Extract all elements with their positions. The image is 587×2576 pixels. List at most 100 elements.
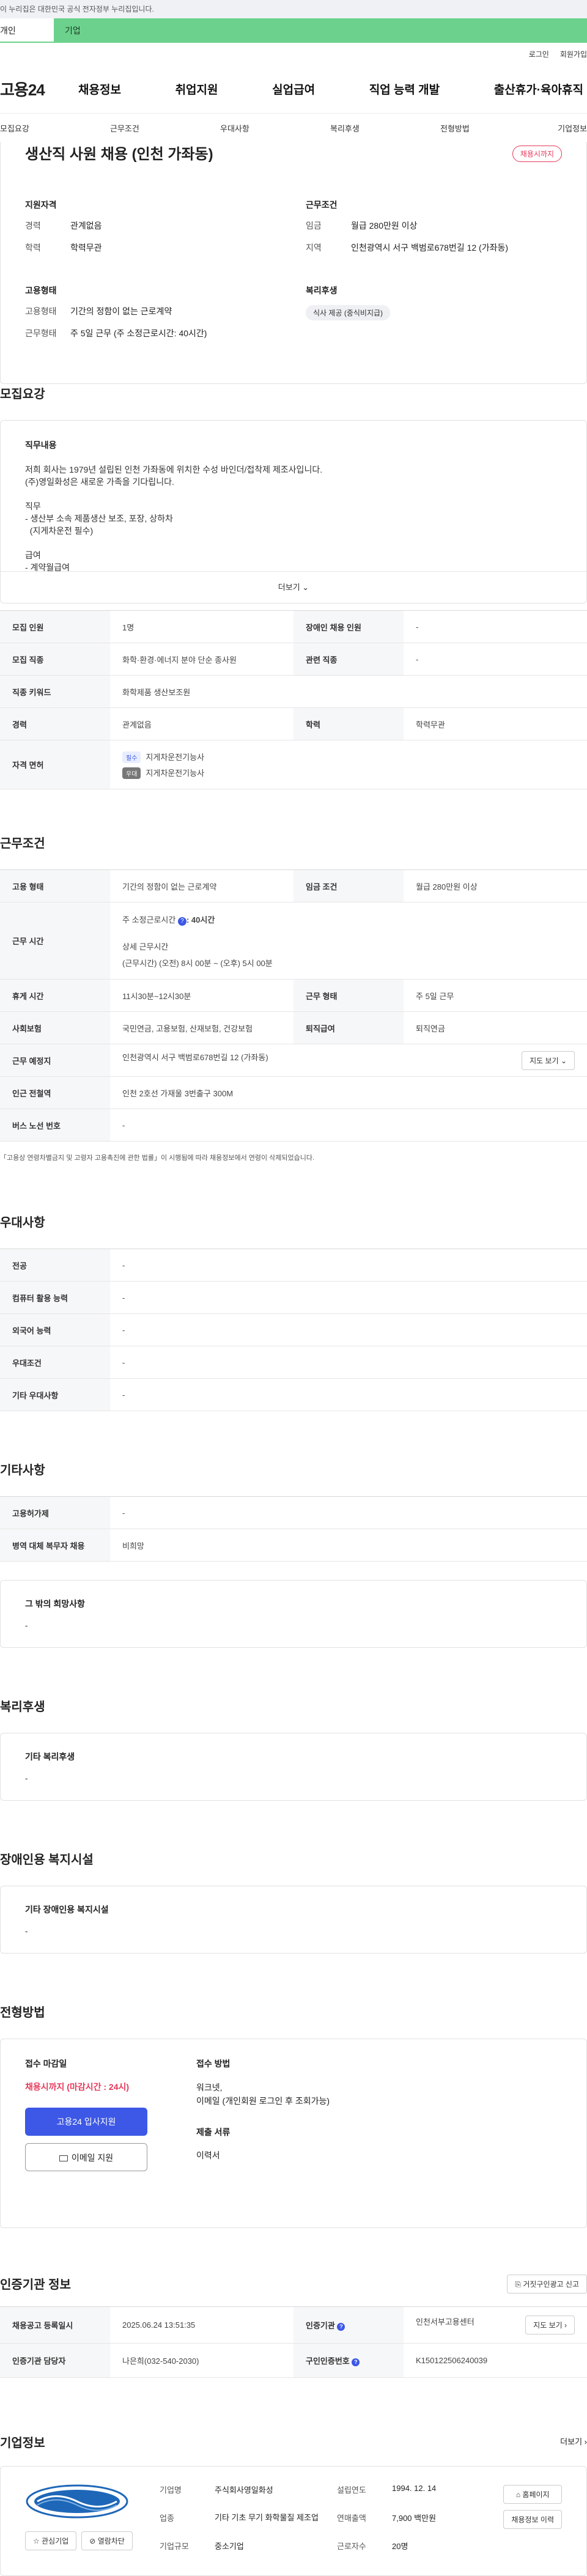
table-row: 경력 관계없음 학력 학력무관 xyxy=(0,707,587,740)
row-value: - xyxy=(110,1281,587,1314)
agency-map-button[interactable]: 지도 보기 › xyxy=(525,2316,575,2334)
row-header: 우대조건 xyxy=(0,1346,110,1379)
welfare-card: 기타 복리후생 - xyxy=(0,1733,587,1801)
anchor-recruit[interactable]: 모집요강 xyxy=(0,122,110,134)
row-header: 근무 시간 xyxy=(0,902,110,980)
anchor-welfare[interactable]: 복리후생 xyxy=(330,122,440,134)
homepage-label: 홈페이지 xyxy=(522,2490,550,2499)
table-row: 모집 직종 화학·환경·에너지 분야 단순 종사원 관련 직종 - xyxy=(0,643,587,676)
report-fake-ad-button[interactable]: ⎘ 거짓구인광고 신고 xyxy=(507,2275,587,2294)
job-line: 급여 xyxy=(25,550,41,560)
row-header: 퇴직급여 xyxy=(294,1011,404,1044)
row-value: 화학·환경·에너지 분야 단순 종사원 xyxy=(110,643,294,676)
gnb-item-jobs[interactable]: 채용정보 xyxy=(78,81,121,97)
mail-icon xyxy=(59,2155,68,2161)
company-card: ☆ 관심기업 ⊘ 열람차단 기업명 주식회사영일화성 설립연도 1994. 12… xyxy=(0,2466,587,2576)
row-header: 근무 형태 xyxy=(294,979,404,1012)
homepage-button[interactable]: ⌂ 홈페이지 xyxy=(503,2485,562,2504)
conditions-table: 고용 형태 기간의 정함이 없는 근로계약 임금 조건 월급 280만원 이상 … xyxy=(0,869,587,1142)
row-value: - xyxy=(110,1109,587,1142)
section-anchor-nav: 모집요강 근무조건 우대사항 복리후생 전형방법 기업정보 xyxy=(0,114,587,143)
table-row: 고용 형태 기간의 정함이 없는 근로계약 임금 조건 월급 280만원 이상 xyxy=(0,869,587,902)
row-header-text: 인증기관 xyxy=(306,2321,335,2330)
row-value: 학력무관 xyxy=(404,707,587,740)
table-row: 기타 우대사항 - xyxy=(0,1378,587,1411)
company-heading: 기업정보 xyxy=(0,2437,45,2450)
row-header: 컴퓨터 활용 능력 xyxy=(0,1281,110,1314)
signup-link[interactable]: 회원가입 xyxy=(560,49,587,59)
company-field-label: 업종 xyxy=(160,2513,174,2523)
company-more-label: 더보기 xyxy=(560,2437,583,2446)
table-row: 근무 시간 주 소정근로시간 ?: 40시간 상세 근무시간 (근무시간) (오… xyxy=(0,902,587,980)
email-apply-label: 이메일 지원 xyxy=(71,2153,114,2163)
block-view-button[interactable]: ⊘ 열람차단 xyxy=(81,2531,133,2550)
kv-label: 고용형태 xyxy=(25,306,57,316)
kv-value: 기간의 정함이 없는 근로계약 xyxy=(70,306,172,316)
agency-map-label: 지도 보기 xyxy=(533,2321,563,2330)
tab-company[interactable]: 기업 xyxy=(54,18,587,43)
qualification-block: 지원자격 경력 관계없음 학력 학력무관 xyxy=(25,199,281,264)
kv-label: 경력 xyxy=(25,221,41,231)
table-row: 컴퓨터 활용 능력 - xyxy=(0,1281,587,1314)
table-row: 모집 인원 1명 장애인 채용 인원 - xyxy=(0,610,587,643)
company-info-grid: 기업명 주식회사영일화성 설립연도 1994. 12. 14 업종 기타 기초 … xyxy=(160,2484,490,2558)
employment-type-heading: 고용형태 xyxy=(25,286,57,295)
anchor-preference[interactable]: 우대사항 xyxy=(220,122,330,134)
company-more-link[interactable]: 더보기 › xyxy=(560,2435,587,2447)
kv-value: 학력무관 xyxy=(70,243,102,253)
preferred-tag: 우대 xyxy=(122,767,141,779)
email-apply-button[interactable]: 이메일 지원 xyxy=(25,2143,147,2171)
info-icon[interactable]: ? xyxy=(352,2358,360,2366)
gnb-item-training[interactable]: 직업 능력 개발 xyxy=(369,81,440,97)
preference-heading: 우대사항 xyxy=(0,1216,45,1230)
anchor-company[interactable]: 기업정보 xyxy=(550,122,587,134)
table-row: 외국어 능력 - xyxy=(0,1313,587,1346)
interest-company-button[interactable]: ☆ 관심기업 xyxy=(25,2531,77,2550)
job-line: 직무 xyxy=(25,501,41,511)
login-link[interactable]: 로그인 xyxy=(529,49,549,59)
row-header: 근무 예정지 xyxy=(0,1044,110,1077)
work-condition-block: 근무조건 임금 월급 280만원 이상 지역 인천광역시 서구 백범로678번길 1… xyxy=(306,199,562,264)
kv-label: 지역 xyxy=(306,243,322,253)
welfare-label: 기타 복리후생 xyxy=(25,1752,75,1762)
weekly-hours-label: 주 소정근로시간 xyxy=(122,915,176,924)
work-place-cell: 인천광역시 서구 백범로678번길 12 (가좌동) 지도 보기 ⌄ xyxy=(110,1044,587,1077)
row-header: 병역 대체 복무자 채용 xyxy=(0,1529,110,1562)
company-field-label: 연매출액 xyxy=(337,2513,366,2523)
apply-button[interactable]: 고용24 입사지원 xyxy=(25,2108,147,2136)
status-badge: 채용시까지 xyxy=(512,146,562,162)
more-button[interactable]: 더보기 ⌄ xyxy=(1,571,586,603)
age-law-note: 「고용상 연령차별금지 및 고령자 고용촉진에 관한 법률」이 시행됨에 따라 … xyxy=(0,1154,315,1162)
company-logo xyxy=(25,2484,129,2519)
company-field-value: 20명 xyxy=(392,2542,408,2552)
row-header: 장애인 채용 인원 xyxy=(294,610,404,643)
row-header: 관련 직종 xyxy=(294,643,404,676)
info-icon[interactable]: ? xyxy=(337,2323,345,2331)
site-logo[interactable]: 고용24 xyxy=(0,78,78,100)
job-summary-card: 생산직 사원 채용 (인천 가좌동) 채용시까지 지원자격 경력 관계없음 학력 학… xyxy=(0,142,587,384)
row-header: 자격 면허 xyxy=(0,740,110,789)
map-view-button[interactable]: 지도 보기 ⌄ xyxy=(522,1050,575,1070)
gnb-item-unemployment[interactable]: 실업급여 xyxy=(272,81,315,97)
anchor-apply[interactable]: 전형방법 xyxy=(440,122,550,134)
kv-label: 임금 xyxy=(306,221,322,231)
work-condition-heading: 근무조건 xyxy=(306,200,338,210)
gnb-item-employment-support[interactable]: 취업지원 xyxy=(175,81,218,97)
table-row: 전공 - xyxy=(0,1249,587,1282)
employment-type-block: 고용형태 고용형태 기간의 정함이 없는 근로계약 근무형태 주 5일 근무 (주 … xyxy=(25,284,281,349)
welfare-summary-block: 복리후생 식사 제공 (중식비지급) xyxy=(306,284,562,349)
welfare-chip: 식사 제공 (중식비지급) xyxy=(306,305,391,320)
method-line: 이메일 (개인회원 로그인 후 조회가능) xyxy=(196,2096,330,2106)
company-field-label: 근로자수 xyxy=(337,2542,366,2552)
license-list: 필수 지게차운전기능사 우대 지게차운전기능사 xyxy=(110,740,587,789)
conditions-heading: 근무조건 xyxy=(0,837,45,851)
row-value: 주 5일 근무 xyxy=(404,979,587,1012)
method-line: 워크넷, xyxy=(196,2083,223,2092)
row-header: 사회보험 xyxy=(0,1011,110,1044)
agency-table: 채용공고 등록일시 2025.06.24 13:51:35 인증기관 ? 인천서… xyxy=(0,2306,587,2378)
info-icon[interactable]: ? xyxy=(177,917,186,926)
tab-personal[interactable]: 개인 xyxy=(0,18,54,43)
job-history-button[interactable]: 채용정보 이력 xyxy=(503,2510,562,2529)
anchor-conditions[interactable]: 근무조건 xyxy=(110,122,220,134)
gnb-item-leave[interactable]: 출산휴가·육아휴직 xyxy=(494,81,583,97)
